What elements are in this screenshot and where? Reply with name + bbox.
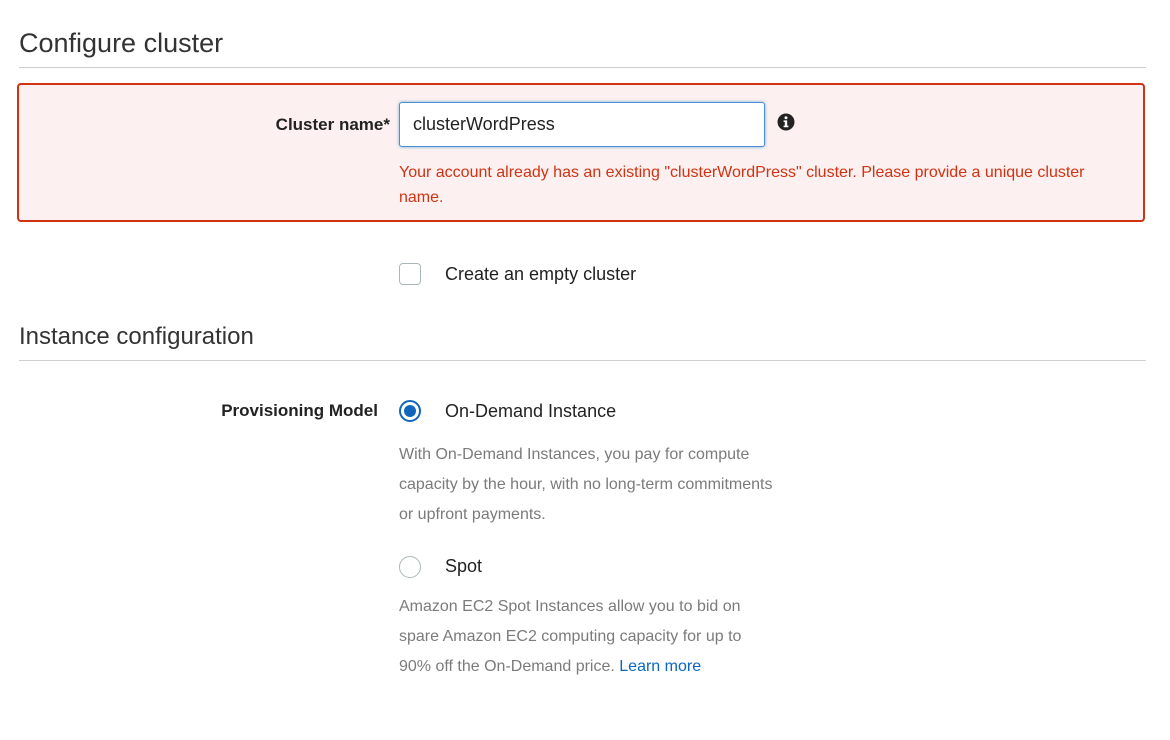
cluster-name-input[interactable] xyxy=(399,102,765,147)
on-demand-label[interactable]: On-Demand Instance xyxy=(445,401,616,422)
on-demand-description: With On-Demand Instances, you pay for co… xyxy=(399,446,773,523)
section-divider xyxy=(19,360,1146,361)
spot-label[interactable]: Spot xyxy=(445,556,482,577)
section-divider xyxy=(19,67,1146,68)
info-circle-icon[interactable] xyxy=(777,113,795,131)
instance-configuration-title: Instance configuration xyxy=(19,323,254,350)
learn-more-link[interactable]: Learn more xyxy=(619,658,701,675)
provisioning-model-label: Provisioning Model xyxy=(221,401,378,420)
cluster-name-label: Cluster name* xyxy=(275,115,390,134)
on-demand-radio[interactable] xyxy=(399,400,421,422)
empty-cluster-label[interactable]: Create an empty cluster xyxy=(445,264,636,285)
cluster-name-error-message: Your account already has an existing "cl… xyxy=(399,164,1085,206)
empty-cluster-checkbox[interactable] xyxy=(399,263,421,285)
configure-cluster-title: Configure cluster xyxy=(19,28,224,58)
spot-radio[interactable] xyxy=(399,556,421,578)
spot-description: Amazon EC2 Spot Instances allow you to b… xyxy=(399,592,744,682)
configure-cluster-page: Configure cluster Cluster name* Your acc… xyxy=(0,0,1170,740)
